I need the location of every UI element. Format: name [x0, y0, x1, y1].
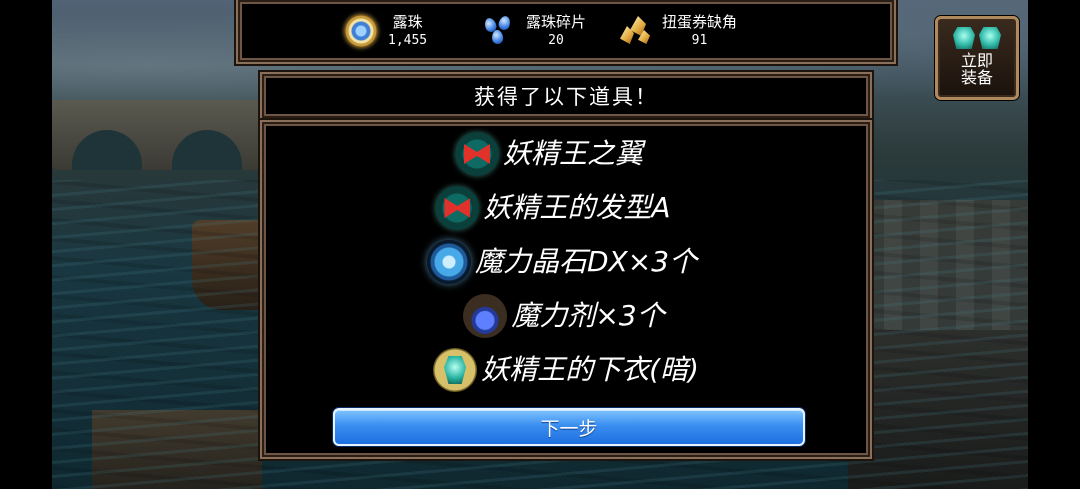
armor-icon	[953, 27, 975, 49]
dew-shard-icon	[482, 14, 516, 48]
dialog-title: 获得了以下道具！	[474, 85, 658, 109]
reward-item: 妖精王的下衣(暗)	[262, 344, 870, 396]
reward-item-name: 妖精王之翼	[502, 137, 643, 170]
potion-icon	[463, 294, 508, 338]
currency-value: 91	[691, 33, 708, 48]
currency-gacha-fragment: 扭蛋券缺角 91	[618, 6, 737, 56]
equip-now-label: 立即 装备	[960, 51, 993, 87]
reward-item-name: 魔力剂×3个	[511, 299, 665, 332]
currency-name: 扭蛋券缺角	[662, 13, 738, 31]
reward-item: 魔力剂×3个	[262, 290, 870, 342]
reward-item: 魔力晶石DX×3个	[262, 236, 870, 288]
armor-icon	[433, 348, 478, 392]
bridge	[52, 100, 262, 170]
currency-dew-pearl: 露珠 1,455	[344, 6, 427, 56]
currency-value: 20	[548, 33, 564, 48]
armor-icon	[979, 27, 1001, 49]
reward-item-name: 魔力晶石DX×3个	[474, 245, 698, 278]
quay-pavement	[848, 330, 1028, 489]
reward-item-name: 妖精王的下衣(暗)	[481, 353, 699, 386]
currency-bar: 露珠 1,455 露珠碎片 20 扭蛋券缺角 91	[236, 0, 896, 64]
gacha-ticket-fragment-icon	[618, 14, 652, 48]
next-step-button[interactable]: 下一步	[333, 408, 805, 446]
ribbon-icon	[454, 132, 499, 176]
reward-dialog: 妖精王之翼 妖精王的发型A 魔力晶石DX×3个 魔力剂×3个 妖精王的下衣(暗)…	[260, 120, 872, 459]
dew-pearl-icon	[344, 14, 378, 48]
reward-item-name: 妖精王的发型A	[483, 191, 671, 224]
currency-value: 1,455	[388, 33, 428, 48]
equip-now-button[interactable]: 立即 装备	[935, 16, 1019, 100]
dialog-title-bar: 获得了以下道具！	[260, 72, 872, 120]
currency-name: 露珠	[392, 13, 423, 31]
equip-icons	[953, 27, 1001, 49]
reward-item: 妖精王之翼	[262, 128, 870, 180]
foreground-pier	[92, 410, 262, 489]
next-step-label: 下一步	[540, 417, 598, 440]
currency-name: 露珠碎片	[526, 13, 587, 31]
crystal-gem-icon	[426, 240, 471, 284]
quay-wall	[848, 200, 1028, 330]
currency-dew-shard: 露珠碎片 20	[482, 6, 586, 56]
ribbon-icon	[435, 186, 480, 230]
reward-item: 妖精王的发型A	[262, 182, 870, 234]
